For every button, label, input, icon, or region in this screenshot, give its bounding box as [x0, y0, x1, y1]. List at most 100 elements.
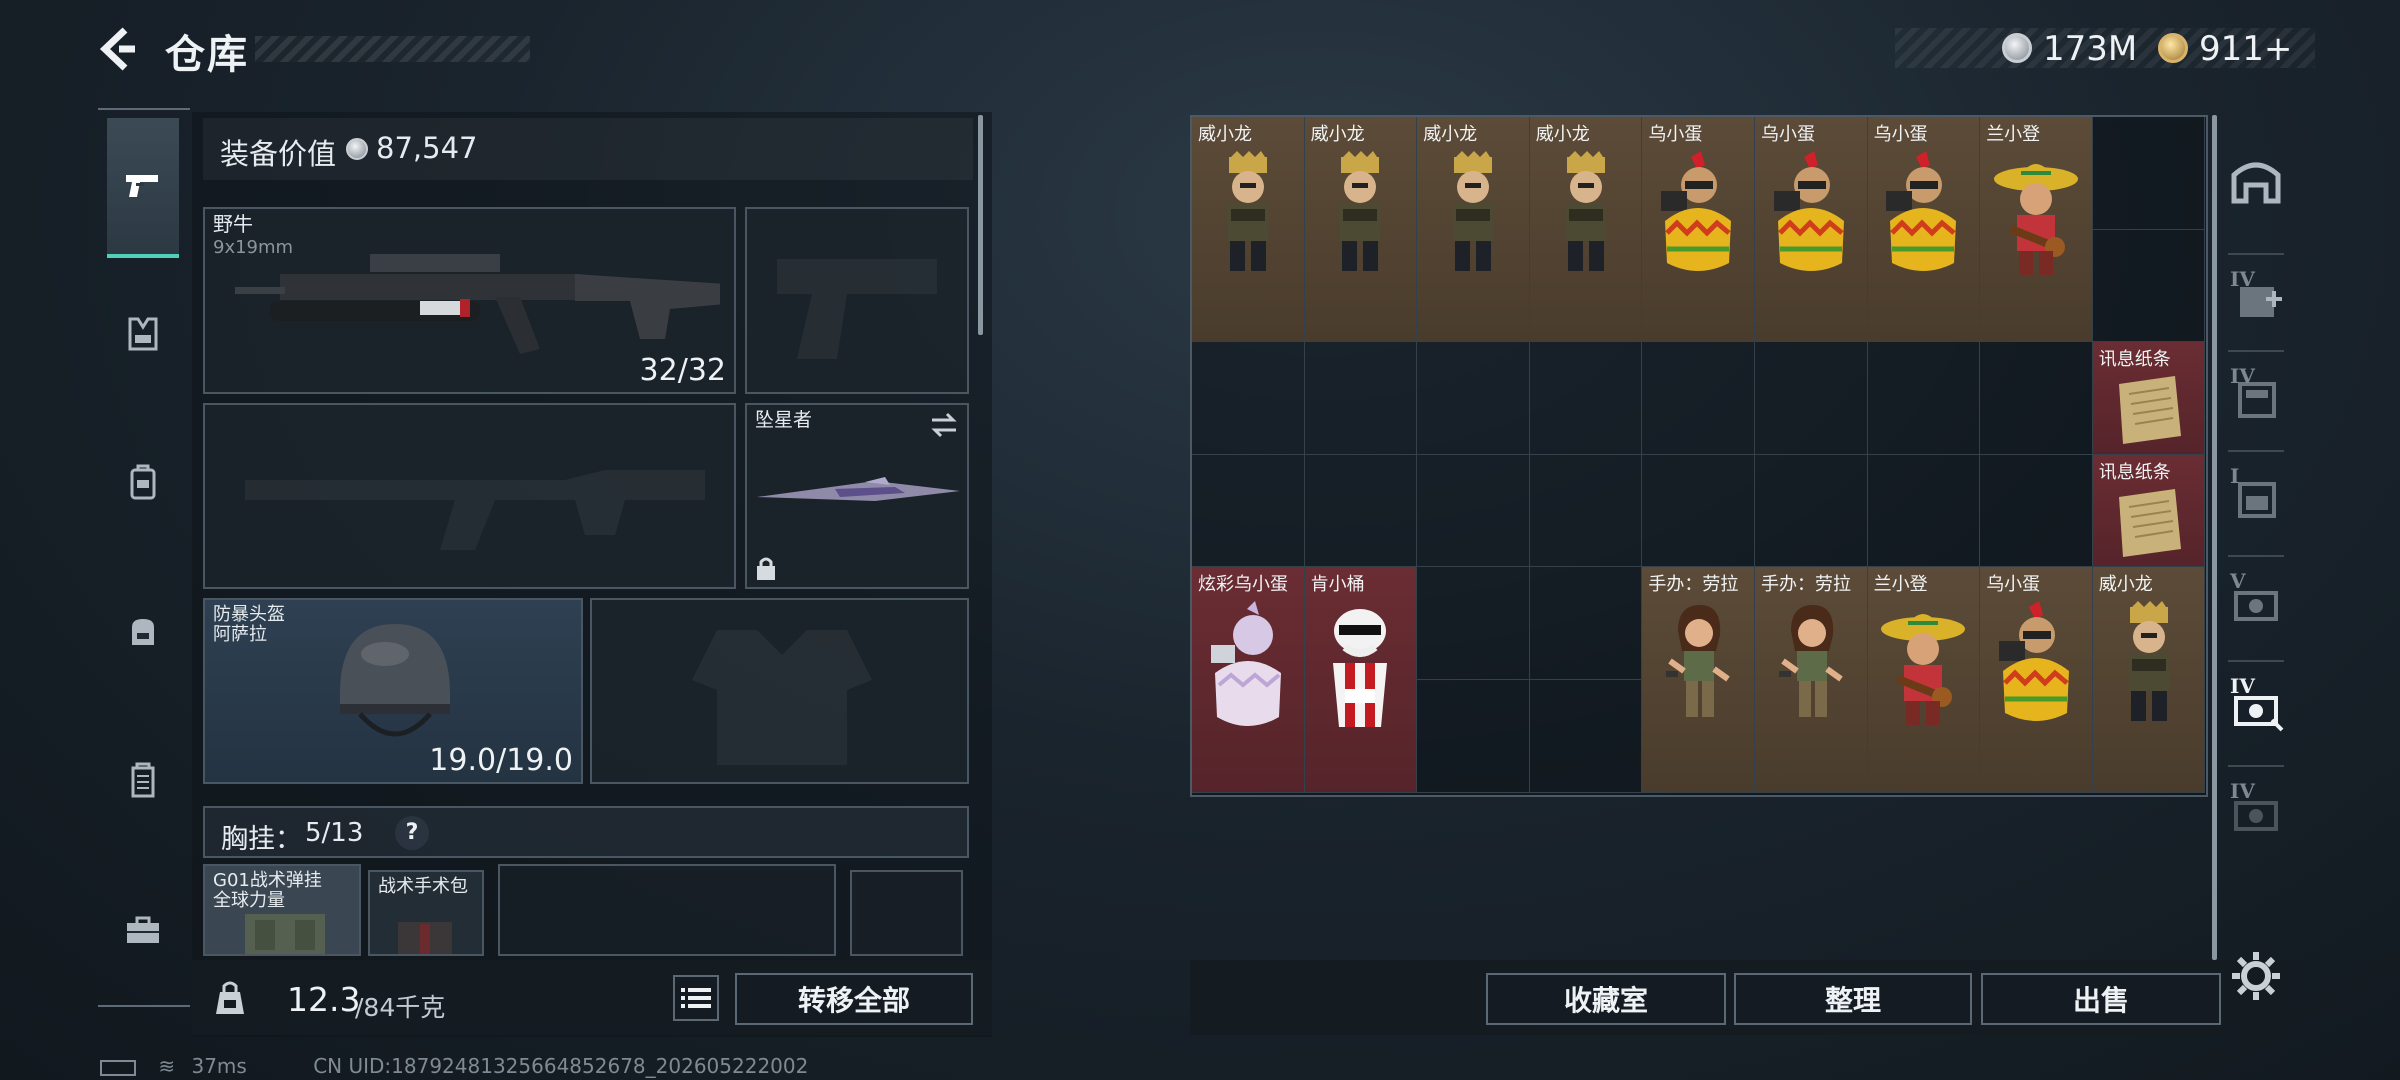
dragon-figure-icon: [1452, 151, 1493, 271]
melee-slot[interactable]: 坠星者: [745, 403, 969, 589]
nav-tab-case[interactable]: [107, 745, 179, 817]
stash-page-tab[interactable]: IV: [2220, 263, 2292, 335]
stash-page-tab-label: I: [2230, 464, 2240, 488]
silver-coin-icon: [2002, 33, 2032, 63]
stash-page-tab[interactable]: IV: [2220, 775, 2292, 847]
swap-icon[interactable]: [929, 411, 959, 439]
collection-room-button[interactable]: 收藏室: [1486, 973, 1726, 1025]
helmet-durability: 19.0/19.0: [429, 743, 573, 778]
stash-cell[interactable]: [1417, 342, 1530, 455]
pistol-slot-empty[interactable]: [745, 207, 969, 394]
stash-item[interactable]: 威小龙: [1192, 117, 1305, 343]
stash-item[interactable]: 乌小蛋: [1867, 117, 1981, 343]
nav-tab-rig[interactable]: [107, 447, 179, 519]
top-header: 仓库 173M 911+: [0, 0, 2400, 100]
chest-rig-capacity: 5/13: [305, 818, 364, 848]
stash-item[interactable]: 威小龙: [1417, 117, 1530, 343]
wifi-icon: ≋: [158, 1054, 176, 1078]
secondary-weapon-slot-empty[interactable]: [203, 403, 736, 589]
sell-button[interactable]: 出售: [1981, 973, 2221, 1025]
stash-item[interactable]: 炫彩乌小蛋: [1192, 567, 1305, 793]
stash-cell[interactable]: [1867, 454, 1981, 568]
stash-item[interactable]: 威小龙: [2092, 567, 2206, 793]
nav-tab-armor[interactable]: [107, 298, 179, 370]
transfer-all-button[interactable]: 转移全部: [735, 973, 973, 1025]
stash-page-tab[interactable]: IV: [2220, 670, 2292, 742]
stash-cell[interactable]: [1529, 454, 1643, 568]
stash-item[interactable]: 乌小蛋: [1980, 567, 2093, 793]
stash-item-note[interactable]: 讯息纸条: [2092, 454, 2206, 568]
rig-empty-slots[interactable]: [498, 864, 836, 956]
rig-empty-slot[interactable]: [850, 870, 963, 956]
stash-item[interactable]: 手办：劳拉: [1755, 567, 1868, 793]
chest-rig-help-button[interactable]: ?: [395, 816, 429, 850]
stash-item[interactable]: 威小龙: [1304, 117, 1418, 343]
stash-item-label: 乌小蛋: [1986, 574, 2041, 596]
silver-coin-icon: [346, 138, 368, 160]
stash-scrollbar[interactable]: [2212, 115, 2217, 960]
stash-grid: 威小龙 威小龙 威小龙 威小龙 乌小蛋 乌小蛋 乌小蛋 兰小登 讯息纸条 讯息纸条 炫彩乌小蛋 肯小桶…: [1192, 117, 2206, 795]
stash-cell[interactable]: [1980, 342, 2093, 455]
stash-item-note[interactable]: 讯息纸条: [2092, 342, 2206, 455]
helmet-slot[interactable]: 防暴头盔 阿萨拉 19.0/19.0: [203, 598, 583, 784]
list-icon: [681, 988, 711, 1008]
weight-max: /84千克: [355, 993, 446, 1022]
vest-icon: [128, 317, 158, 351]
stash-cell[interactable]: [2092, 229, 2206, 343]
stash-item-label: 兰小登: [1873, 574, 1928, 596]
stash-cell[interactable]: [1529, 680, 1643, 793]
silver-currency-value: 173M: [2043, 29, 2138, 69]
lock-icon: [757, 557, 775, 580]
gear-icon: [2232, 952, 2280, 1000]
stash-cell[interactable]: [1642, 454, 1755, 568]
stash-page-tab[interactable]: [2220, 145, 2292, 217]
stash-cell[interactable]: [1642, 342, 1755, 455]
stash-item[interactable]: 手办：劳拉: [1642, 567, 1755, 793]
stash-cell[interactable]: [1417, 680, 1530, 793]
stash-page-tab[interactable]: IV: [2220, 360, 2292, 432]
stash-cell[interactable]: [1304, 454, 1418, 568]
organize-button[interactable]: 整理: [1734, 973, 1972, 1025]
helmet-icon: [340, 624, 450, 737]
surgery-kit-icon: [398, 922, 452, 954]
stash-cell[interactable]: [1417, 454, 1530, 568]
stash-item[interactable]: 乌小蛋: [1755, 117, 1868, 343]
stash-page-tab[interactable]: V: [2220, 565, 2292, 637]
settings-button[interactable]: [2220, 940, 2292, 1012]
primary-weapon-slot[interactable]: 野牛 9x19mm 32/32: [203, 207, 736, 394]
stash-page-tab[interactable]: I: [2220, 460, 2292, 532]
stash-cell[interactable]: [1529, 342, 1643, 455]
stash-cell[interactable]: [2092, 117, 2206, 230]
pistol-placeholder-icon: [777, 259, 937, 359]
stash-item[interactable]: 兰小登: [1867, 567, 1981, 793]
stash-item[interactable]: 威小龙: [1529, 117, 1643, 343]
sombrero-figure-icon: [1993, 164, 2078, 275]
stash-cell[interactable]: [1529, 567, 1643, 680]
stash-cell[interactable]: [1755, 342, 1868, 455]
stash-cell[interactable]: [1755, 454, 1868, 568]
note-paper-icon: [2118, 488, 2181, 557]
stash-cell[interactable]: [1867, 342, 1981, 455]
nav-tab-weapon[interactable]: [107, 118, 179, 258]
stash-item[interactable]: 肯小桶: [1304, 567, 1418, 793]
stash-cell[interactable]: [1192, 454, 1305, 568]
rig-item-slot[interactable]: G01战术弹挂 全球力量: [203, 864, 361, 956]
back-button[interactable]: [95, 24, 145, 74]
stash-item[interactable]: 乌小蛋: [1642, 117, 1755, 343]
lara-figure-icon: [1778, 605, 1843, 718]
nav-tab-toolbox[interactable]: [107, 894, 179, 966]
stash-cell[interactable]: [1192, 342, 1305, 455]
nav-tab-backpack[interactable]: [107, 596, 179, 668]
stash-cell[interactable]: [1417, 567, 1530, 680]
stash-item[interactable]: 兰小登: [1980, 117, 2093, 343]
surgery-kit-slot[interactable]: 战术手术包: [368, 870, 484, 956]
list-view-button[interactable]: [673, 975, 719, 1021]
chest-rig-label: 胸挂：: [221, 824, 302, 855]
stash-cell[interactable]: [1304, 342, 1418, 455]
dragon-figure-icon: [2128, 601, 2169, 722]
stash-cell[interactable]: [1980, 454, 2093, 568]
armor-slot-empty[interactable]: [590, 598, 969, 784]
stash-page-divider: [2228, 450, 2284, 452]
loadout-scrollbar[interactable]: [978, 115, 983, 335]
egg-figure-icon: [1886, 151, 1957, 271]
